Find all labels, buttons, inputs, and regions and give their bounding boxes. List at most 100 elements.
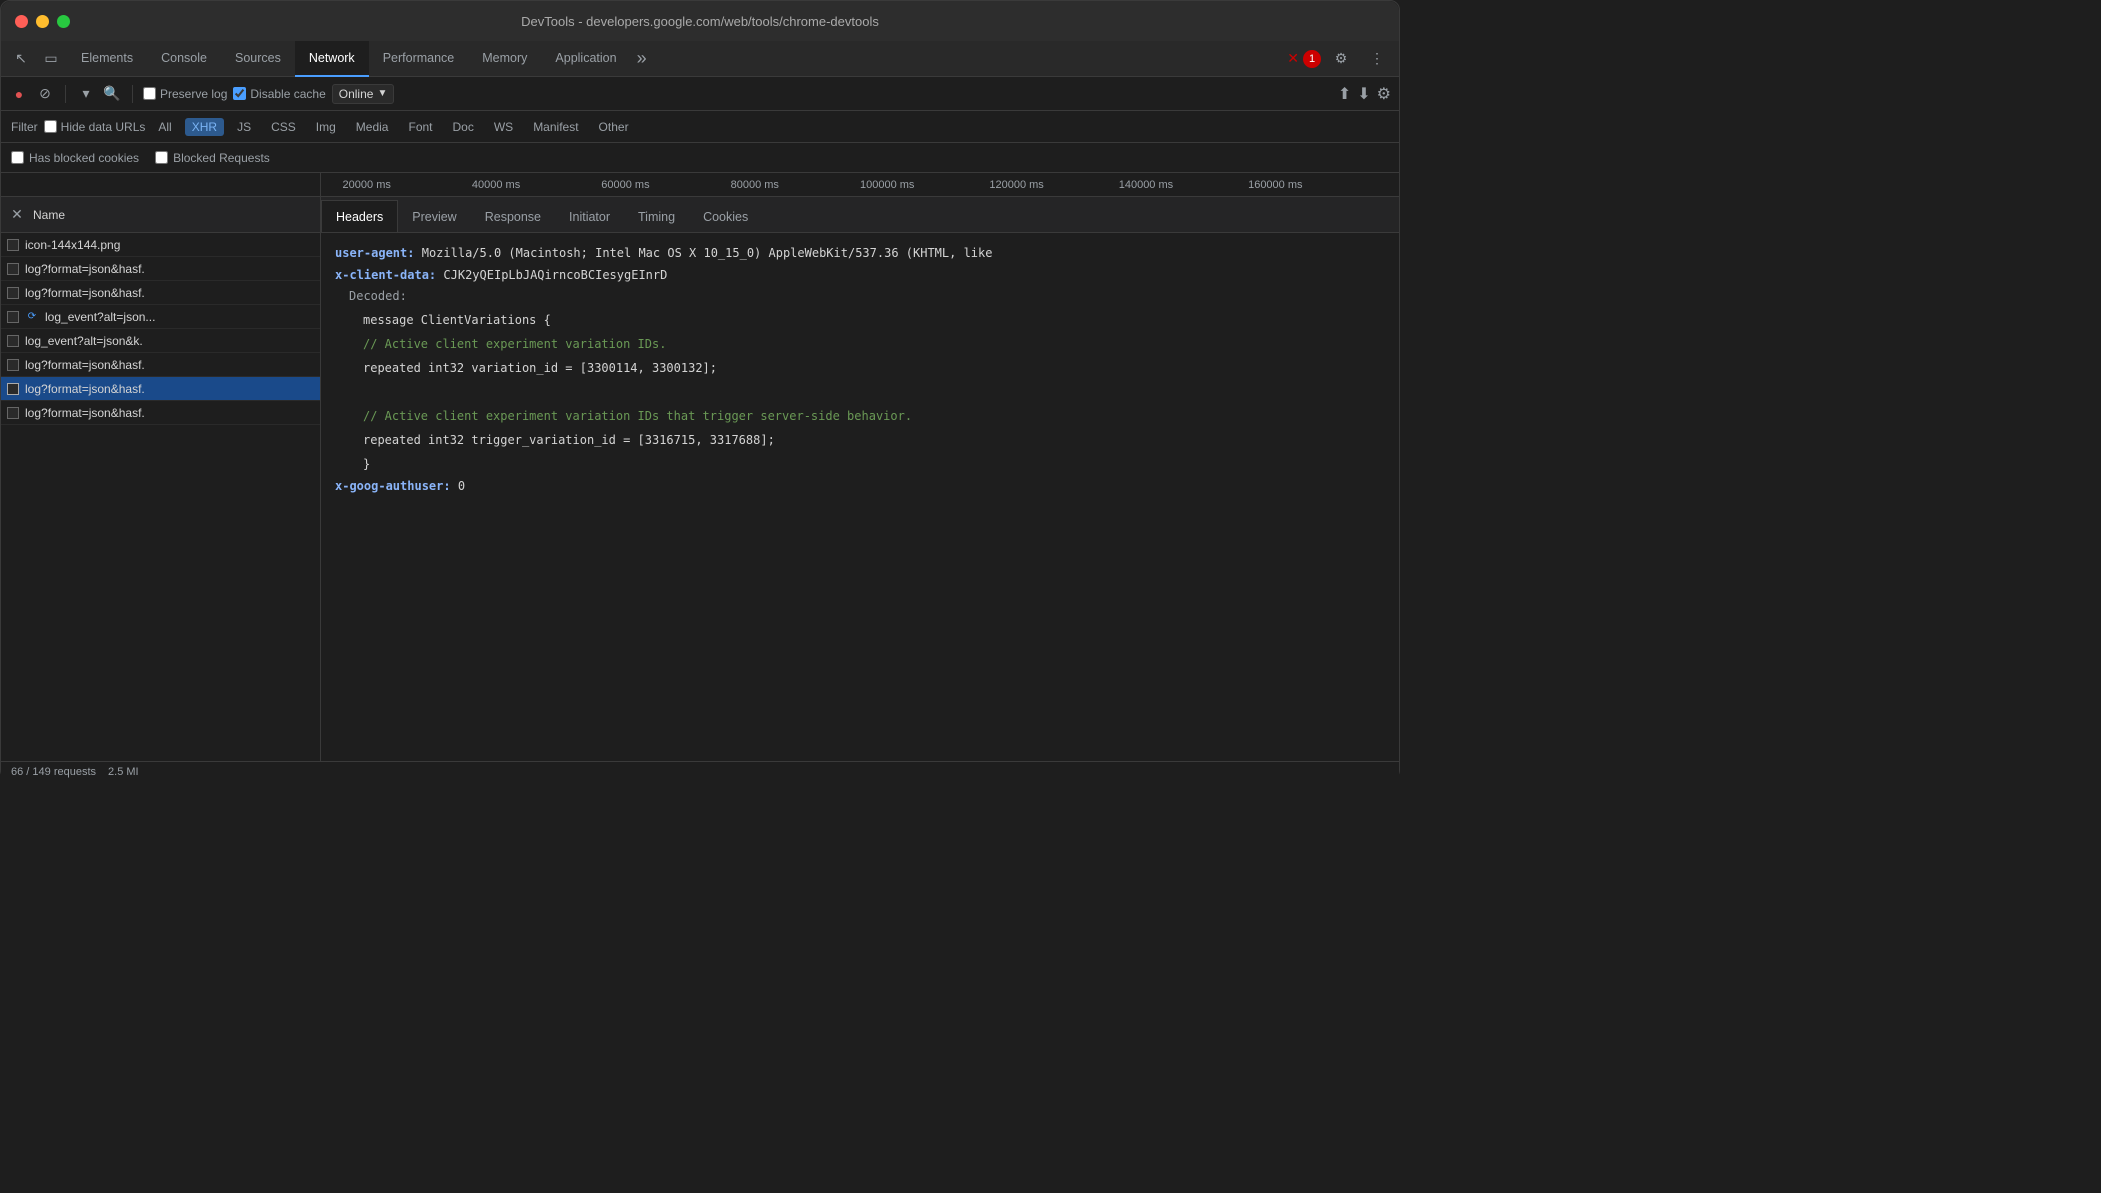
clear-button[interactable]: ⊘: [35, 84, 55, 104]
file-item-name-7: log?format=json&hasf.: [25, 406, 314, 420]
file-item-checkbox-7[interactable]: [7, 407, 19, 419]
filter-all[interactable]: All: [151, 118, 178, 136]
filter-ws[interactable]: WS: [487, 118, 520, 136]
tab-performance[interactable]: Performance: [369, 41, 469, 77]
close-button[interactable]: [15, 15, 28, 28]
timeline-marks: 20000 ms 40000 ms 60000 ms 80000 ms 1000…: [321, 173, 1399, 196]
file-item-0[interactable]: icon-144x144.png: [1, 233, 320, 257]
preserve-log-checkbox[interactable]: [143, 87, 156, 100]
has-blocked-cookies-checkbox[interactable]: [11, 151, 24, 164]
code-line-6: repeated int32 trigger_variation_id = [3…: [349, 428, 1385, 452]
x-client-data-row: x-client-data: CJK2yQEIpLbJAQirncoBCIesy…: [335, 265, 1385, 287]
file-list-container[interactable]: icon-144x144.png log?format=json&hasf. l…: [1, 233, 320, 761]
file-item-checkbox-3[interactable]: [7, 311, 19, 323]
blocked-requests-checkbox[interactable]: [155, 151, 168, 164]
x-client-data-key: x-client-data:: [335, 268, 436, 282]
code-block: message ClientVariations { // Active cli…: [349, 308, 1385, 476]
maximize-button[interactable]: [57, 15, 70, 28]
tab-preview[interactable]: Preview: [398, 200, 470, 232]
tab-timing[interactable]: Timing: [624, 200, 689, 232]
timeline-mark-3: 60000 ms: [601, 179, 649, 191]
cursor-icon[interactable]: ↖: [7, 45, 35, 73]
code-line-5: // Active client experiment variation ID…: [349, 404, 1385, 428]
hide-data-urls-label[interactable]: Hide data URLs: [44, 120, 146, 134]
network-toolbar: ● ⊘ ▾ 🔍 Preserve log Disable cache Onlin…: [1, 77, 1399, 111]
timeline-mark-4: 80000 ms: [731, 179, 779, 191]
filter-img[interactable]: Img: [309, 118, 343, 136]
search-icon[interactable]: 🔍: [102, 84, 122, 104]
minimize-button[interactable]: [36, 15, 49, 28]
headers-content[interactable]: user-agent: Mozilla/5.0 (Macintosh; Inte…: [321, 233, 1399, 761]
filter-icon[interactable]: ▾: [76, 84, 96, 104]
filter-other[interactable]: Other: [592, 118, 636, 136]
file-item-2[interactable]: log?format=json&hasf.: [1, 281, 320, 305]
tab-response[interactable]: Response: [471, 200, 555, 232]
filter-font[interactable]: Font: [401, 118, 439, 136]
timeline-left-space: [1, 173, 321, 196]
right-panel: Headers Preview Response Initiator Timin…: [321, 197, 1399, 761]
record-button[interactable]: ●: [9, 84, 29, 104]
network-condition-select[interactable]: Online ▼: [332, 84, 395, 104]
tab-headers[interactable]: Headers: [321, 200, 398, 232]
upload-icon[interactable]: ⬆: [1338, 84, 1351, 104]
filter-manifest[interactable]: Manifest: [526, 118, 585, 136]
timeline-header: 20000 ms 40000 ms 60000 ms 80000 ms 1000…: [1, 173, 1399, 197]
file-item-name-2: log?format=json&hasf.: [25, 286, 314, 300]
dropdown-arrow-icon: ▼: [377, 88, 387, 99]
x-goog-authuser-row: x-goog-authuser: 0: [335, 476, 1385, 498]
file-item-6[interactable]: log?format=json&hasf.: [1, 377, 320, 401]
hide-data-urls-checkbox[interactable]: [44, 120, 57, 133]
tab-application[interactable]: Application: [541, 41, 630, 77]
filter-label: Filter: [11, 120, 38, 134]
timeline-mark-6: 120000 ms: [989, 179, 1043, 191]
divider-2: [132, 85, 133, 103]
file-item-1[interactable]: log?format=json&hasf.: [1, 257, 320, 281]
code-line-4: [349, 380, 1385, 404]
network-settings-icon[interactable]: [1377, 84, 1391, 104]
file-item-checkbox-1[interactable]: [7, 263, 19, 275]
divider-1: [65, 85, 66, 103]
disable-cache-checkbox[interactable]: [233, 87, 246, 100]
blocked-requests-label[interactable]: Blocked Requests: [155, 151, 270, 165]
download-icon[interactable]: ⬇: [1357, 84, 1370, 104]
timeline-mark-7: 140000 ms: [1119, 179, 1173, 191]
tab-sources[interactable]: Sources: [221, 41, 295, 77]
file-item-7[interactable]: log?format=json&hasf.: [1, 401, 320, 425]
error-indicator[interactable]: ✕ 1: [1287, 50, 1321, 68]
tab-initiator[interactable]: Initiator: [555, 200, 624, 232]
preserve-log-checkbox-label[interactable]: Preserve log: [143, 87, 227, 101]
more-tabs-button[interactable]: »: [631, 48, 653, 69]
file-item-checkbox-0[interactable]: [7, 239, 19, 251]
file-item-checkbox-5[interactable]: [7, 359, 19, 371]
file-item-4[interactable]: log_event?alt=json&k.: [1, 329, 320, 353]
spinner-icon-3: ⟳: [25, 310, 39, 324]
tab-elements[interactable]: Elements: [67, 41, 147, 77]
file-item-checkbox-4[interactable]: [7, 335, 19, 347]
size-summary: 2.5 MI: [108, 766, 139, 778]
tab-network[interactable]: Network: [295, 41, 369, 77]
file-item-3[interactable]: ⟳ log_event?alt=json...: [1, 305, 320, 329]
tab-console[interactable]: Console: [147, 41, 221, 77]
tab-memory[interactable]: Memory: [468, 41, 541, 77]
file-item-checkbox-6[interactable]: [7, 383, 19, 395]
filter-xhr[interactable]: XHR: [185, 118, 224, 136]
panel-tabs: Headers Preview Response Initiator Timin…: [321, 197, 1399, 233]
filter-js[interactable]: JS: [230, 118, 258, 136]
devtools-nav: ↖ ▭ Elements Console Sources Network Per…: [1, 41, 1399, 77]
close-panel-icon[interactable]: ✕: [7, 205, 27, 225]
settings-icon[interactable]: [1327, 45, 1355, 73]
file-item-checkbox-2[interactable]: [7, 287, 19, 299]
name-column-header: Name: [27, 208, 65, 222]
user-agent-key: user-agent:: [335, 246, 414, 260]
file-item-5[interactable]: log?format=json&hasf.: [1, 353, 320, 377]
has-blocked-cookies-label[interactable]: Has blocked cookies: [11, 151, 139, 165]
filter-doc[interactable]: Doc: [446, 118, 481, 136]
device-toolbar-icon[interactable]: ▭: [37, 45, 65, 73]
filter-media[interactable]: Media: [349, 118, 396, 136]
disable-cache-checkbox-label[interactable]: Disable cache: [233, 87, 325, 101]
code-line-1: message ClientVariations {: [349, 308, 1385, 332]
tab-cookies[interactable]: Cookies: [689, 200, 762, 232]
filter-css[interactable]: CSS: [264, 118, 303, 136]
window-controls[interactable]: [15, 15, 70, 28]
more-options-icon[interactable]: [1363, 45, 1391, 73]
